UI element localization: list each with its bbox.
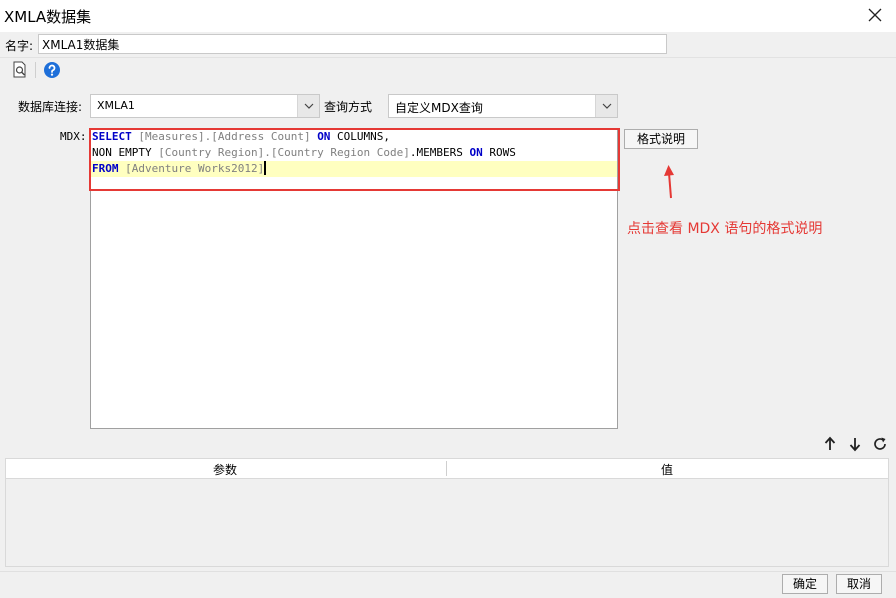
ok-button[interactable]: 确定	[782, 574, 828, 594]
code-token: .MEMBERS	[409, 146, 470, 159]
params-table-header	[5, 458, 889, 479]
window-title: XMLA数据集	[4, 8, 92, 26]
code-token: [Country Region].[Country Region Code]	[158, 146, 410, 159]
move-up-button[interactable]	[822, 436, 838, 452]
query-mode-dropdown-button[interactable]	[595, 95, 617, 117]
code-token: [Measures].[Address Count]	[138, 130, 311, 143]
code-token: ON	[469, 146, 483, 159]
annotation-text: 点击查看 MDX 语句的格式说明	[627, 221, 823, 237]
code-token: SELECT	[92, 130, 132, 143]
arrow-up-icon	[824, 436, 836, 450]
cancel-button[interactable]: 取消	[836, 574, 882, 594]
title-bar	[0, 0, 896, 32]
connection-select[interactable]: XMLA1	[90, 94, 320, 118]
mdx-label: MDX:	[60, 130, 87, 143]
connection-label: 数据库连接:	[18, 100, 83, 114]
arrow-down-icon	[849, 438, 861, 452]
column-separator[interactable]	[446, 461, 447, 476]
code-token: ROWS	[482, 146, 516, 159]
code-line-1: SELECT [Measures].[Address Count] ON COL…	[91, 129, 617, 145]
refresh-icon	[874, 437, 886, 450]
query-mode-value: 自定义MDX查询	[395, 101, 483, 115]
toolbar-top-divider	[0, 57, 896, 58]
params-table-body[interactable]	[5, 479, 889, 567]
format-help-button[interactable]: 格式说明	[624, 129, 698, 149]
chevron-down-icon	[602, 103, 612, 109]
preview-icon	[13, 61, 26, 78]
name-field-box	[38, 34, 667, 54]
preview-button[interactable]	[11, 61, 31, 81]
column-header-param[interactable]: 参数	[213, 461, 237, 478]
close-icon	[868, 8, 882, 22]
column-header-value[interactable]: 值	[661, 461, 673, 478]
query-mode-label: 查询方式	[324, 100, 373, 114]
footer-divider	[0, 571, 896, 572]
name-label: 名字:	[5, 39, 34, 53]
code-token: COLUMNS,	[330, 130, 391, 143]
toolbar-divider	[35, 62, 36, 78]
refresh-button[interactable]	[872, 436, 888, 452]
name-input[interactable]	[42, 36, 663, 52]
close-button[interactable]	[864, 4, 886, 26]
help-button[interactable]	[43, 61, 63, 81]
connection-value: XMLA1	[97, 99, 135, 112]
code-line-3: FROM [Adventure Works2012]	[91, 161, 617, 177]
connection-dropdown-button[interactable]	[297, 95, 319, 117]
code-token: ON	[317, 130, 331, 143]
code-token: [Adventure Works2012]	[125, 162, 265, 175]
chevron-down-icon	[304, 103, 314, 109]
code-token: NON EMPTY	[92, 146, 159, 159]
help-icon	[44, 62, 60, 78]
query-mode-select[interactable]: 自定义MDX查询	[388, 94, 618, 118]
annotation-arrow-icon	[664, 165, 674, 199]
text-caret	[264, 161, 267, 175]
code-token: FROM	[92, 162, 119, 175]
mdx-editor[interactable]: SELECT [Measures].[Address Count] ON COL…	[90, 128, 618, 429]
move-down-button[interactable]	[847, 436, 863, 452]
code-line-2: NON EMPTY [Country Region].[Country Regi…	[91, 145, 617, 161]
